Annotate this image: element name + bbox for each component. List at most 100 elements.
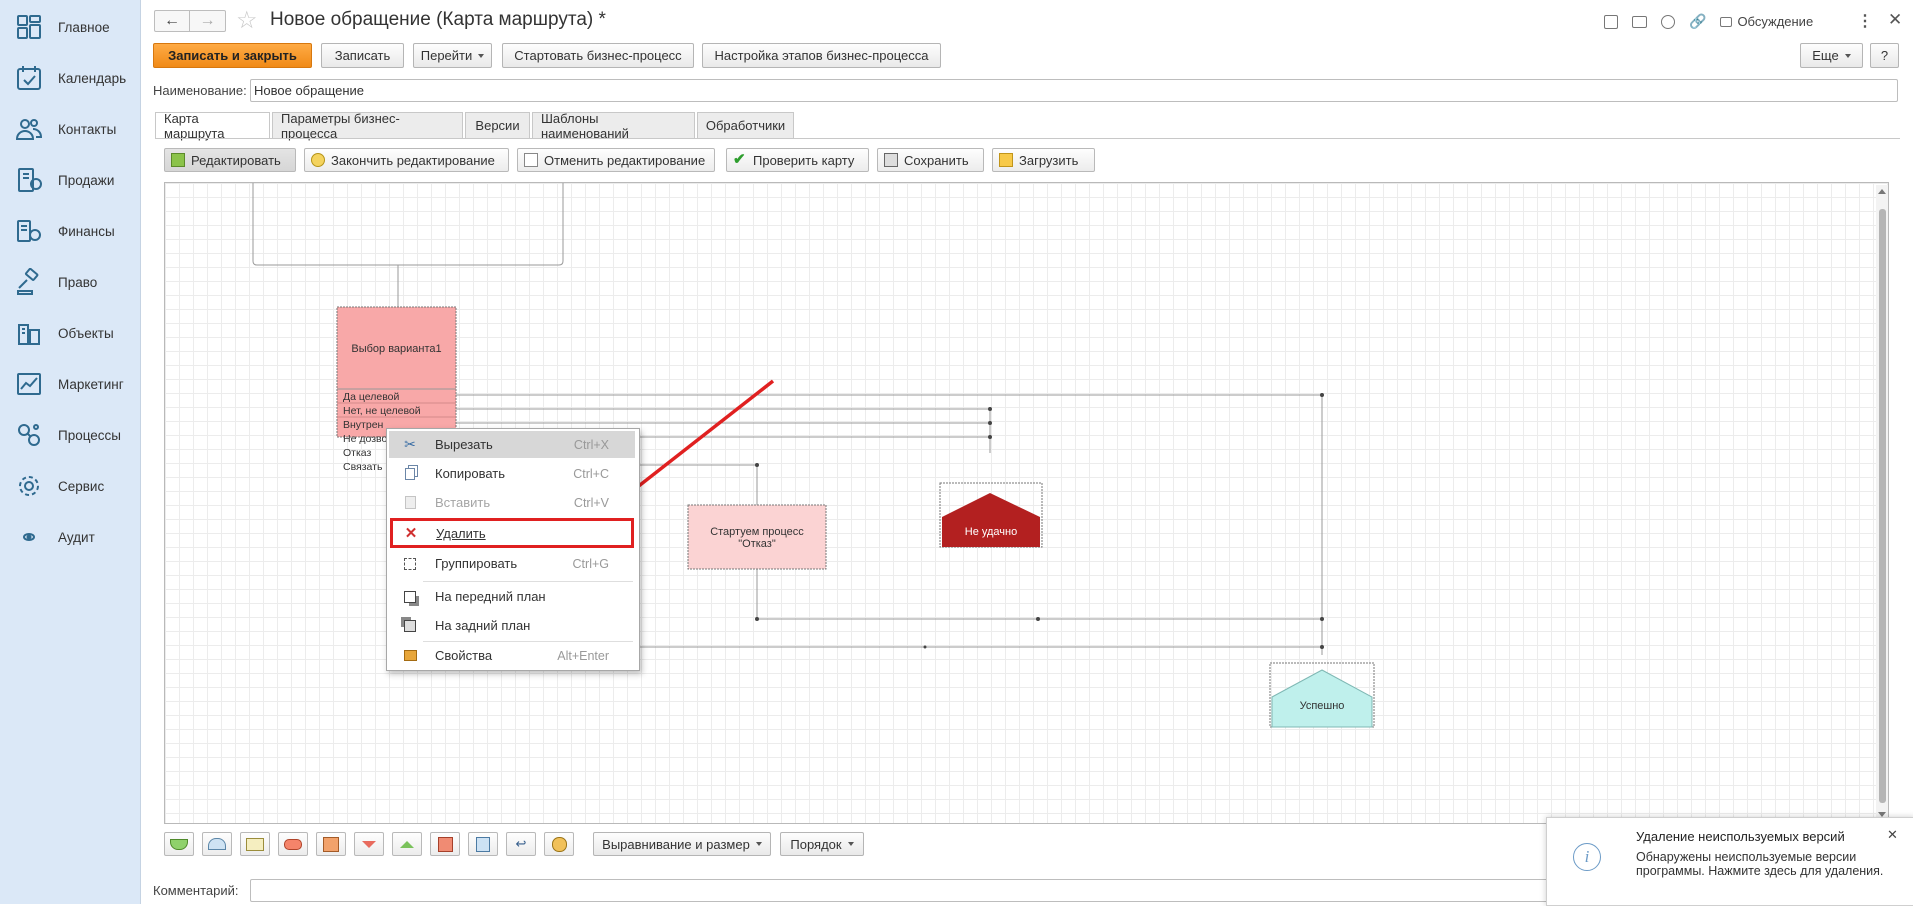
nav-back-button[interactable]: ← (154, 10, 190, 32)
merge-shape-icon (400, 840, 414, 848)
sidebar-item-sales[interactable]: Продажи (0, 156, 140, 204)
gavel-icon (11, 264, 47, 300)
nav-forward-button[interactable]: → (190, 10, 226, 32)
sidebar-item-processes[interactable]: Процессы (0, 411, 140, 459)
help-button[interactable]: ? (1870, 43, 1899, 68)
group-icon (401, 555, 419, 573)
save-and-close-button[interactable]: Записать и закрыть (153, 43, 312, 68)
cancel-edit-icon (524, 153, 538, 167)
map-save-button[interactable]: Сохранить (877, 148, 984, 172)
edit-map-icon (171, 153, 185, 167)
menu-item-cut[interactable]: ✂ Вырезать Ctrl+X (389, 431, 635, 458)
menu-item-bring-front[interactable]: На передний план (389, 583, 635, 610)
edit-button[interactable]: Редактировать (164, 148, 296, 172)
speech-bubble-icon (1720, 16, 1733, 27)
notification-popup[interactable]: i Удаление неиспользуемых версий Обнаруж… (1546, 817, 1913, 906)
menu-item-copy[interactable]: Копировать Ctrl+C (389, 460, 635, 487)
menu-item-delete[interactable]: ✕ Удалить (390, 518, 634, 548)
comment-input[interactable] (250, 879, 1550, 902)
sidebar-item-objects[interactable]: Объекты (0, 309, 140, 357)
tab-name-templates[interactable]: Шаблоны наименований (532, 111, 695, 141)
bring-front-icon (401, 588, 419, 606)
sidebar-item-law[interactable]: Право (0, 258, 140, 306)
check-map-button[interactable]: ✔ Проверить карту (726, 148, 869, 172)
menu-item-send-back[interactable]: На задний план (389, 612, 635, 639)
tab-versions[interactable]: Версии (465, 112, 530, 138)
choice-option-no[interactable]: Нет, не целевой (343, 405, 421, 417)
sidebar-item-label: Продажи (58, 172, 115, 188)
save-button[interactable]: Записать (321, 43, 404, 68)
finish-edit-button[interactable]: Закончить редактирование (304, 148, 509, 172)
shape-action-button[interactable] (240, 832, 270, 856)
bp-stages-button[interactable]: Настройка этапов бизнес-процесса (702, 43, 941, 68)
sidebar-item-contacts[interactable]: Контакты (0, 105, 140, 153)
close-icon[interactable]: ✕ (1887, 827, 1898, 843)
order-label: Порядок (790, 836, 842, 852)
start-bp-button[interactable]: Стартовать бизнес-процесс (502, 43, 694, 68)
shape-handler-button[interactable] (468, 832, 498, 856)
sidebar-item-finance[interactable]: Финансы (0, 207, 140, 255)
shape-connector-button[interactable]: ↩ (506, 832, 536, 856)
sidebar-item-label: Аудит (58, 529, 95, 545)
name-input[interactable] (250, 79, 1898, 102)
edit-label: Редактировать (191, 152, 281, 168)
menu-item-paste[interactable]: Вставить Ctrl+V (389, 489, 635, 516)
notification-text: Обнаружены неиспользуемые версии програм… (1636, 850, 1884, 878)
favorite-star-icon[interactable]: ☆ (236, 6, 258, 35)
close-window-icon[interactable]: ✕ (1888, 10, 1902, 30)
choice-block-title[interactable]: Выбор варианта1 (337, 343, 456, 355)
save-disk-icon[interactable] (1604, 14, 1618, 29)
preview-icon[interactable] (1661, 14, 1675, 29)
scrollbar-thumb[interactable] (1879, 209, 1886, 803)
choice-option-refusal[interactable]: Отказ (343, 447, 371, 459)
menu-item-label: Вставить (435, 495, 491, 510)
fail-end-block[interactable]: Не удачно (942, 526, 1040, 538)
start-process-block[interactable]: Стартуем процесс "Отказ" (688, 526, 826, 550)
condition-shape-icon (284, 838, 302, 850)
menu-item-group[interactable]: Группировать Ctrl+G (389, 550, 635, 577)
shape-start-button[interactable] (164, 832, 194, 856)
scroll-up-icon[interactable] (1878, 189, 1886, 194)
link-icon[interactable]: 🔗 (1689, 13, 1706, 30)
order-dropdown-button[interactable]: Порядок (780, 832, 864, 856)
info-icon: i (1573, 843, 1601, 871)
print-icon[interactable] (1632, 15, 1647, 28)
shape-condition-button[interactable] (278, 832, 308, 856)
sidebar-item-audit[interactable]: Аудит (0, 513, 140, 561)
shape-subprocess-button[interactable] (430, 832, 460, 856)
sidebar-item-service[interactable]: Сервис (0, 462, 140, 510)
more-dropdown-button[interactable]: Еще (1800, 43, 1863, 68)
sidebar-item-label: Главное (58, 19, 110, 35)
load-button[interactable]: Загрузить (992, 148, 1095, 172)
menu-item-properties[interactable]: Свойства Alt+Enter (389, 642, 635, 669)
menu-item-label: Свойства (435, 648, 493, 663)
tab-bp-params[interactable]: Параметры бизнес-процесса (272, 111, 463, 141)
shape-decoration-button[interactable] (544, 832, 574, 856)
canvas-scrollbar[interactable] (1876, 185, 1888, 821)
name-field-label: Наименование: (153, 83, 247, 98)
sidebar-item-main[interactable]: Главное (0, 3, 140, 51)
sidebar-item-label: Процессы (58, 427, 122, 443)
cancel-edit-button[interactable]: Отменить редактирование (517, 148, 715, 172)
kebab-menu-icon[interactable]: ⋮ (1857, 11, 1873, 31)
success-end-block[interactable]: Успешно (1272, 700, 1372, 712)
choice-option-not-reached[interactable]: Не дозво (343, 433, 387, 445)
tab-handlers[interactable]: Обработчики (697, 112, 794, 138)
shape-merge-button[interactable] (392, 832, 422, 856)
context-menu: ✂ Вырезать Ctrl+X Копировать Ctrl+C Вста… (386, 428, 640, 671)
goto-dropdown-button[interactable]: Перейти (413, 43, 492, 68)
discussion-button[interactable]: Обсуждение (1720, 14, 1813, 29)
choice-option-link[interactable]: Связать (343, 461, 382, 473)
shape-split-button[interactable] (354, 832, 384, 856)
sales-icon (11, 162, 47, 198)
buildings-icon (11, 315, 47, 351)
choice-option-yes[interactable]: Да целевой (343, 391, 399, 403)
tab-route-map[interactable]: Карта маршрута (155, 111, 270, 141)
shape-end-button[interactable] (202, 832, 232, 856)
align-size-dropdown-button[interactable]: Выравнивание и размер (593, 832, 771, 856)
choice-option-internal[interactable]: Внутрен (343, 419, 383, 431)
sidebar-item-marketing[interactable]: Маркетинг (0, 360, 140, 408)
sidebar-item-calendar[interactable]: Календарь (0, 54, 140, 102)
shape-choice-button[interactable] (316, 832, 346, 856)
menu-item-shortcut: Ctrl+G (572, 556, 609, 571)
